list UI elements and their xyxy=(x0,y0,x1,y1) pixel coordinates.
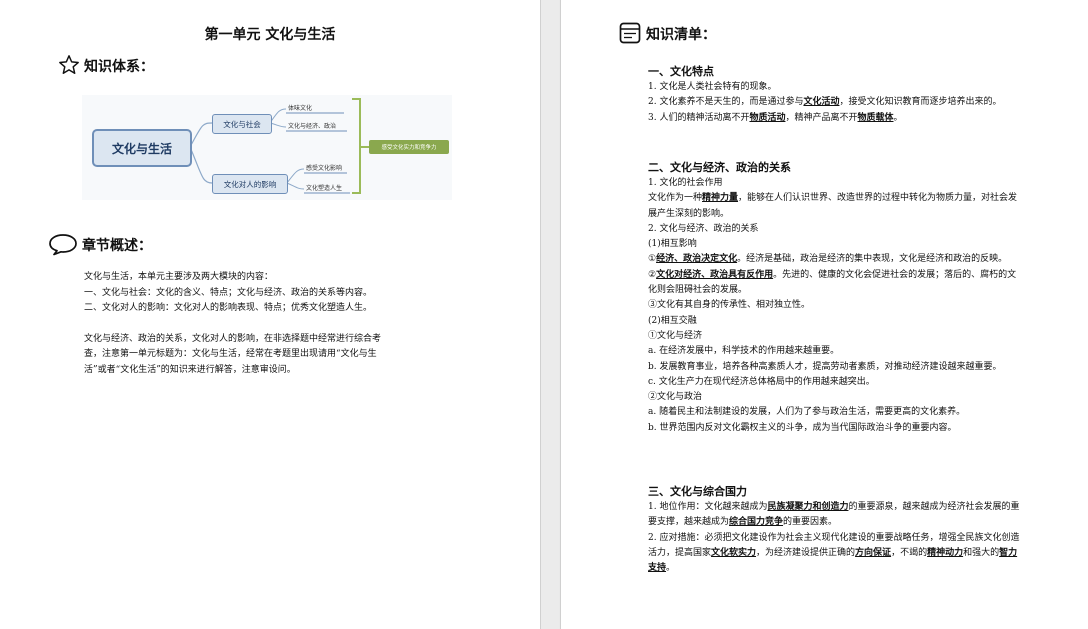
list-item: ②文化与政治 xyxy=(648,392,703,403)
list-item: 1. 地位作用：文化越来越成为民族凝聚力和创造力的重要源泉，越来越成为经济社会发… xyxy=(648,502,1020,528)
chapter-overview-heading: 章节概述： xyxy=(48,232,152,260)
overview-line: 查，注意第一单元标题为：文化与生活，经常在考题里出现请用“文化与生 xyxy=(84,349,377,359)
page-gutter xyxy=(541,0,559,629)
key-term: 综合国力竞争 xyxy=(729,517,784,528)
mind-map-leaf: 文化与经济、政治 xyxy=(288,123,337,130)
section-heading: 三、文化与综合国力 xyxy=(648,485,747,498)
checklist-section-1: 一、文化特点 1. 文化是人类社会特有的现象。 2. 文化素养不是天生的，而是通… xyxy=(648,64,1020,126)
overview-gap xyxy=(84,317,464,332)
list-item: b. 发展教育事业，培养各种高素质人才，提高劳动者素质，对推动经济建设越来越重要… xyxy=(648,361,1002,372)
checklist-section-2: 二、文化与经济、政治的关系 1. 文化的社会作用 文化作为一种精神力量，能够在人… xyxy=(648,160,1020,436)
list-item: ①经济、政治决定文化。经济是基础，政治是经济的集中表现，文化是经济和政治的反映。 xyxy=(648,254,1008,265)
list-item: a. 随着民主和法制建设的发展，人们为了参与政治生活，需要更高的文化素养。 xyxy=(648,407,966,418)
knowledge-checklist-heading: 知识清单： xyxy=(618,21,716,49)
knowledge-checklist-label: 知识清单： xyxy=(646,27,716,43)
list-item: (1)相互影响 xyxy=(648,239,697,250)
checklist-section-3: 三、文化与综合国力 1. 地位作用：文化越来越成为民族凝聚力和创造力的重要源泉，… xyxy=(648,484,1020,576)
checklist-icon xyxy=(618,21,642,49)
mind-map-leaf: 体味文化 xyxy=(288,105,313,112)
overview-line: 二、文化对人的影响：文化对人的影响表现、特点；优秀文化塑造人生。 xyxy=(84,303,373,313)
list-item: 2. 文化与经济、政治的关系 xyxy=(648,223,759,234)
speech-bubble-icon xyxy=(48,232,78,260)
list-item: 2. 应对措施：必须把文化建设作为社会主义现代化建设的重要战略任务，增强全民族文… xyxy=(648,532,1020,574)
star-icon xyxy=(58,54,80,80)
list-item: 2. 文化素养不是天生的，而是通过参与文化活动，接受文化知识教育而逐步培养出来的… xyxy=(648,97,1002,108)
key-term: 文化对经济、政治具有反作用 xyxy=(656,269,774,280)
overview-line: 活”或者“文化生活”的知识来进行解答，注意审设问。 xyxy=(84,364,296,375)
list-item: 1. 文化是人类社会特有的现象。 xyxy=(648,82,777,92)
chapter-overview-text: 文化与生活，本单元主要涉及两大模块的内容： 一、文化与社会：文化的含义、特点；文… xyxy=(84,270,464,378)
mind-map-summary: 感受文化实力和竞争力 xyxy=(369,140,449,154)
key-term: 物质载体 xyxy=(857,112,894,123)
key-term: 文化活动 xyxy=(803,97,840,108)
section-heading: 二、文化与经济、政治的关系 xyxy=(648,161,791,174)
overview-line: 文化与经济、政治的关系，文化对人的影响，在非选择题中经常进行综合考 xyxy=(84,333,382,344)
mind-map-root-label: 文化与生活 xyxy=(111,141,172,156)
list-item: 文化作为一种精神力量，能够在人们认识世界、改造世界的过程中转化为物质力量，对社会… xyxy=(648,193,1018,219)
list-item: 3. 人们的精神活动离不开物质活动，精神产品离不开物质载体。 xyxy=(648,112,903,123)
key-term: 文化软实力 xyxy=(711,547,757,558)
list-item: ③文化有其自身的传承性、相对独立性。 xyxy=(648,300,811,311)
chapter-overview-label: 章节概述： xyxy=(82,238,152,254)
key-term: 方向保证 xyxy=(855,547,892,558)
knowledge-system-label: 知识体系： xyxy=(84,59,154,75)
key-term: 精神动力 xyxy=(927,547,964,558)
mind-map-root: 文化与生活 xyxy=(92,129,192,167)
mind-map-leaf: 文化塑造人生 xyxy=(306,185,343,192)
section-heading: 一、文化特点 xyxy=(648,65,714,78)
mind-map: 文化与生活 文化与社会 文化对人的影响 体味文化 文化与经济、政治 感受文化影响… xyxy=(82,95,452,200)
list-item: b. 世界范围内反对文化霸权主义的斗争，成为当代国际政治斗争的重要内容。 xyxy=(648,422,957,433)
list-item: a. 在经济发展中，科学技术的作用越来越重要。 xyxy=(648,346,840,357)
key-term: 精神力量 xyxy=(702,193,739,204)
key-term: 民族凝聚力和创造力 xyxy=(767,502,849,512)
key-term: 物质活动 xyxy=(749,112,786,123)
overview-line: 一、文化与社会：文化的含义、特点；文化与经济、政治的关系等内容。 xyxy=(84,287,373,298)
mind-map-branch-culture-influence: 文化对人的影响 xyxy=(212,174,288,194)
mind-map-branch-culture-society: 文化与社会 xyxy=(212,114,272,134)
unit-title: 第一单元 文化与生活 xyxy=(204,27,336,43)
list-item: (2)相互交融 xyxy=(648,315,697,326)
mind-map-leaf: 感受文化影响 xyxy=(306,165,343,172)
list-item: c. 文化生产力在现代经济总体格局中的作用越来越突出。 xyxy=(648,376,875,387)
list-item: 1. 文化的社会作用 xyxy=(648,178,723,188)
list-item: ①文化与经济 xyxy=(648,330,703,341)
left-page: 第一单元 文化与生活 知识体系： 文化与生活 文化与社会 文化对人的影响 体味文… xyxy=(0,0,541,629)
list-item: ②文化对经济、政治具有反作用。先进的、健康的文化会促进社会的发展；落后的、腐朽的… xyxy=(648,269,1017,296)
knowledge-system-heading: 知识体系： xyxy=(58,54,154,80)
key-term: 经济、政治决定文化 xyxy=(656,254,738,265)
overview-line: 文化与生活，本单元主要涉及两大模块的内容： xyxy=(84,272,274,282)
